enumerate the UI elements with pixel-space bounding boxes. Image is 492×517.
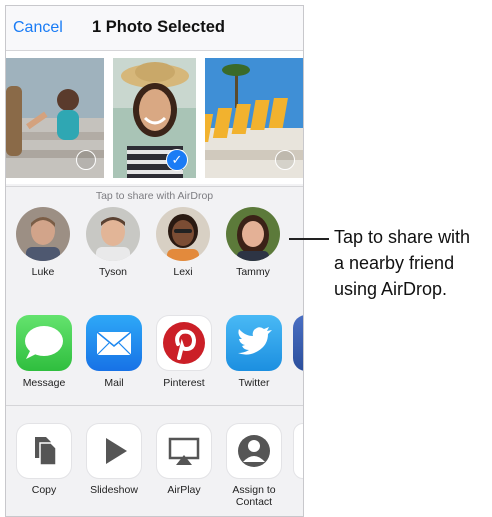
airplay-icon (156, 423, 212, 479)
action-label: Slideshow (90, 484, 138, 496)
airdrop-person-tammy[interactable]: Tammy (223, 207, 283, 278)
twitter-icon (226, 315, 282, 371)
airdrop-person-name: Tammy (236, 266, 270, 278)
avatar (156, 207, 210, 261)
app-label: Message (22, 377, 66, 389)
page-title: 1 Photo Selected (92, 18, 225, 36)
action-label: Copy (31, 484, 57, 496)
photo-friends[interactable] (6, 58, 104, 178)
callout-line-1: Tap to share with (334, 227, 471, 247)
action-label-line1: Assign to (232, 484, 276, 496)
airdrop-person-name: Tyson (98, 266, 127, 278)
airdrop-person-luke[interactable]: Luke (13, 207, 73, 278)
share-app-pinterest[interactable]: Pinterest (152, 315, 216, 389)
cancel-button[interactable]: Cancel (13, 19, 63, 37)
app-label: Twitter (238, 377, 270, 389)
action-slideshow[interactable]: Slideshow (82, 423, 146, 496)
share-sheet-header: Cancel 1 Photo Selected (6, 6, 303, 51)
pinterest-icon (156, 315, 212, 371)
callout-line-3: using AirDrop. (334, 279, 448, 299)
photo-portrait[interactable]: ✓ (113, 58, 196, 178)
checkmark-icon[interactable]: ✓ (166, 149, 188, 171)
more-action-icon[interactable] (293, 423, 303, 479)
selection-circle[interactable] (76, 150, 96, 170)
airdrop-person-name: Lexi (173, 266, 193, 278)
action-assign-to-contact[interactable]: Assign to Contact (222, 423, 286, 508)
airdrop-person-lexi[interactable]: Lexi (153, 207, 213, 278)
app-label: Mail (104, 377, 124, 389)
action-label: AirPlay (167, 484, 201, 496)
share-app-message[interactable]: Message (12, 315, 76, 389)
copy-icon (16, 423, 72, 479)
contact-icon (226, 423, 282, 479)
airdrop-person-tyson[interactable]: Tyson (83, 207, 143, 278)
callout-line-2: a nearby friend (334, 253, 455, 273)
action-label-line2: Contact (235, 496, 273, 508)
share-app-twitter[interactable]: Twitter (222, 315, 286, 389)
callout-line (289, 238, 329, 240)
airdrop-callout: Tap to share with a nearby friend using … (334, 224, 470, 302)
play-icon (86, 423, 142, 479)
message-icon (16, 315, 72, 371)
mail-icon (86, 315, 142, 371)
avatar (226, 207, 280, 261)
action-label: Assign to Contact (222, 484, 286, 508)
share-sheet: Cancel 1 Photo Selected ✓ Tap to share w… (5, 5, 304, 517)
action-copy[interactable]: Copy (12, 423, 76, 496)
more-app-icon[interactable] (293, 315, 303, 371)
avatar (86, 207, 140, 261)
avatar (16, 207, 70, 261)
selection-circle[interactable] (275, 150, 295, 170)
share-actions-row: Copy Slideshow AirPlay Assign to Contact (6, 406, 303, 516)
airdrop-person-name: Luke (31, 266, 55, 278)
action-airplay[interactable]: AirPlay (152, 423, 216, 496)
photo-letters[interactable] (205, 58, 303, 178)
airdrop-section: Tap to share with AirDrop Luke Tyson Lex… (6, 186, 303, 296)
airdrop-hint: Tap to share with AirDrop (95, 190, 214, 202)
share-app-mail[interactable]: Mail (82, 315, 146, 389)
share-apps-row: Message Mail Pinterest Twitter (6, 295, 303, 406)
app-label: Pinterest (163, 377, 205, 389)
photo-strip[interactable]: ✓ (6, 51, 303, 184)
